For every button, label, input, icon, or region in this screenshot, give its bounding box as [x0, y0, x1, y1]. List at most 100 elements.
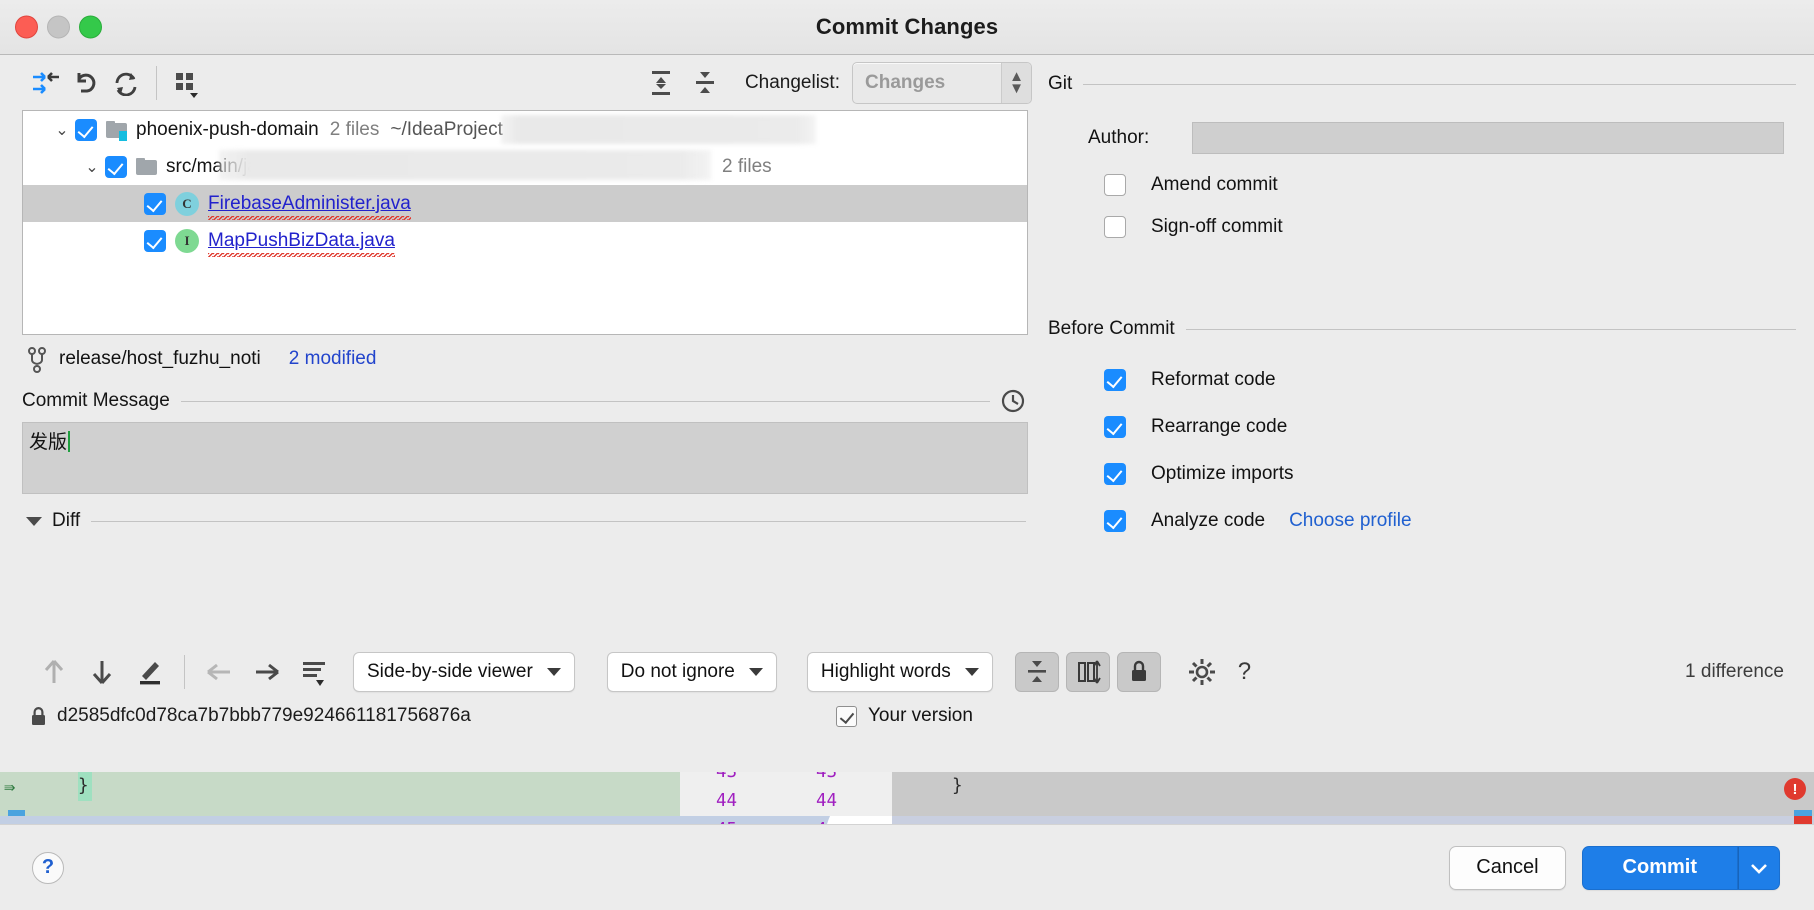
reformat-code-row[interactable]: Reformat code [1048, 369, 1796, 391]
tree-row[interactable]: I MapPushBizData.java [23, 222, 1027, 259]
changelist-combobox[interactable]: Changes ▲ ▼ [852, 61, 1032, 104]
spellcheck-squiggle [208, 215, 411, 220]
git-section: Git Author: Amend commit Sign-off commit [1040, 55, 1814, 238]
amend-commit-row[interactable]: Amend commit [1048, 174, 1796, 196]
right-line-number: 43 [816, 772, 838, 782]
ignore-mode-dropdown[interactable]: Do not ignore [606, 652, 777, 692]
refresh-icon[interactable] [106, 64, 146, 102]
diff-pane-left[interactable]: ⇛ } private static void init(AppTypeEnum… [0, 772, 680, 824]
tree-row-checkbox[interactable] [144, 229, 166, 252]
collapse-all-icon[interactable] [685, 64, 725, 102]
close-window-button[interactable] [15, 15, 38, 39]
cancel-button[interactable]: Cancel [1449, 845, 1566, 890]
git-section-header: Git [1048, 55, 1796, 95]
accept-all-chevrons-icon[interactable]: ⇛ [4, 776, 15, 798]
signoff-commit-label: Sign-off commit [1151, 216, 1283, 237]
tree-row[interactable]: ⌄ phoenix-push-domain 2 files ~/IdeaProj… [23, 111, 1027, 148]
collapse-to-selection-icon[interactable] [26, 64, 66, 102]
tree-row-path: ~/IdeaProject [390, 118, 503, 140]
maximize-window-button[interactable] [79, 15, 102, 39]
group-by-icon[interactable] [167, 64, 207, 102]
dialog-body: Changelist: Changes ▲ ▼ ⌄ phoenix-push-do… [0, 55, 1814, 910]
previous-difference-icon[interactable] [30, 652, 78, 692]
commit-message-label: Commit Message [22, 390, 170, 411]
diff-section-label: Diff [52, 510, 81, 531]
chevron-down-icon[interactable]: ⌄ [49, 120, 75, 140]
commit-message-input[interactable]: 发版 [22, 422, 1028, 494]
right-pane: Git Author: Amend commit Sign-off commit… [1040, 55, 1814, 575]
choose-profile-link[interactable]: Choose profile [1289, 510, 1412, 532]
commit-options-dropdown[interactable] [1738, 845, 1780, 890]
error-count-badge[interactable]: ! [1784, 778, 1806, 800]
commit-button[interactable]: Commit [1581, 845, 1738, 890]
folder-icon [136, 158, 157, 175]
section-rule [1083, 83, 1796, 85]
changelist-label: Changelist: [744, 71, 840, 93]
diff-viewer[interactable]: ⇛ } private static void init(AppTypeEnum… [0, 772, 1814, 824]
reformat-code-checkbox[interactable] [1104, 369, 1126, 391]
clock-history-icon[interactable] [1000, 388, 1026, 414]
chevron-down-icon[interactable] [26, 516, 42, 526]
signoff-commit-row[interactable]: Sign-off commit [1048, 216, 1796, 238]
highlight-mode-dropdown[interactable]: Highlight words [806, 652, 993, 692]
diff-line-number-gutter: 43 43 44 44 45 45 46 46 47 47 [680, 772, 892, 824]
your-version-label: Your version [868, 705, 973, 726]
your-version-row[interactable]: Your version [836, 705, 973, 727]
rearrange-code-checkbox[interactable] [1104, 416, 1126, 438]
module-folder-icon [106, 121, 127, 141]
diff-toolbar: Side-by-side viewer Do not ignore Highli… [0, 645, 1814, 699]
accept-left-icon[interactable] [195, 652, 243, 692]
chevron-down-icon [546, 668, 561, 676]
synchronize-scrolling-icon[interactable] [1065, 652, 1110, 692]
amend-commit-label: Amend commit [1151, 174, 1278, 195]
diff-section-header[interactable]: Diff [0, 494, 1040, 534]
settings-lines-icon[interactable] [291, 652, 339, 692]
accept-right-icon[interactable] [243, 652, 291, 692]
minimize-window-button[interactable] [47, 15, 70, 39]
changes-tree[interactable]: ⌄ phoenix-push-domain 2 files ~/IdeaProj… [22, 110, 1028, 335]
tree-row-name: phoenix-push-domain [136, 118, 319, 140]
lock-icon [30, 706, 47, 726]
read-only-lock-icon[interactable] [1116, 652, 1161, 692]
revert-icon[interactable] [66, 64, 106, 102]
tree-row-checkbox[interactable] [75, 118, 97, 141]
amend-commit-checkbox[interactable] [1104, 174, 1126, 196]
dialog-footer: ? Cancel Commit [0, 824, 1814, 910]
tree-row-filecount: 2 files [329, 118, 380, 140]
signoff-commit-checkbox[interactable] [1104, 216, 1126, 238]
highlight-mode-value: Highlight words [820, 661, 951, 682]
help-button[interactable]: ? [32, 851, 64, 884]
tree-row-filename[interactable]: MapPushBizData.java [208, 230, 395, 257]
tree-row[interactable]: C FirebaseAdminister.java [23, 185, 1027, 222]
left-line-number: 43 [716, 772, 738, 782]
tree-row-filename[interactable]: FirebaseAdminister.java [208, 192, 411, 220]
diff-area: Side-by-side viewer Do not ignore Highli… [0, 645, 1814, 733]
tree-row[interactable]: ⌄ src/main/jav 2 files [23, 148, 1027, 185]
gutter-row: 43 43 [680, 772, 892, 787]
branch-modified-count[interactable]: 2 modified [289, 348, 377, 370]
author-input[interactable] [1192, 122, 1784, 154]
analyze-code-checkbox[interactable] [1104, 510, 1126, 532]
viewer-mode-dropdown[interactable]: Side-by-side viewer [353, 652, 575, 692]
tree-row-checkbox[interactable] [105, 155, 127, 178]
diff-connector [827, 816, 892, 824]
next-difference-icon[interactable] [78, 652, 126, 692]
your-version-checkbox[interactable] [836, 705, 857, 727]
optimize-imports-row[interactable]: Optimize imports [1048, 463, 1796, 485]
edit-source-icon[interactable] [126, 652, 174, 692]
changelist-stepper[interactable]: ▲ ▼ [1001, 62, 1031, 103]
expand-all-icon[interactable] [641, 64, 681, 102]
chevron-down-icon[interactable]: ⌄ [79, 157, 105, 177]
tree-row-filename-text: FirebaseAdminister.java [208, 192, 411, 214]
difference-count: 1 difference [1685, 661, 1784, 682]
help-icon[interactable]: ? [1238, 658, 1251, 686]
optimize-imports-checkbox[interactable] [1104, 463, 1126, 485]
analyze-code-row[interactable]: Analyze code Choose profile [1048, 510, 1796, 532]
collapse-unchanged-icon[interactable] [1014, 652, 1059, 692]
chevron-down-icon [964, 668, 979, 676]
gear-icon[interactable] [1178, 652, 1226, 692]
branch-status-row: release/host_fuzhu_noti 2 modified [0, 338, 1040, 380]
tree-row-checkbox[interactable] [144, 192, 166, 215]
rearrange-code-row[interactable]: Rearrange code [1048, 416, 1796, 438]
diff-pane-right[interactable]: } private static void init(AppTypeEnum a… [892, 772, 1814, 824]
